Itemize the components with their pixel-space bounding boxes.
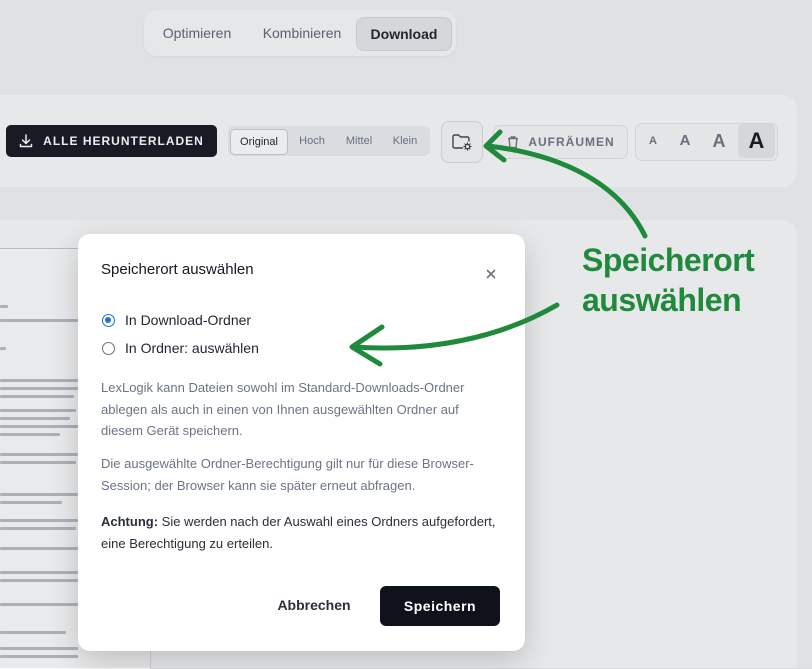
save-location-dialog: Speicherort auswählen In Download-Ordner… [78, 234, 525, 651]
close-icon[interactable] [483, 266, 499, 282]
description-storage: LexLogik kann Dateien sowohl im Standard… [101, 380, 465, 438]
warning-label: Achtung: [101, 514, 159, 529]
option-download-folder-label: In Download-Ordner [125, 312, 252, 328]
annotation-label: Speicherort auswählen [582, 240, 755, 320]
option-custom-folder[interactable]: In Ordner: auswählen [102, 340, 259, 356]
option-download-folder[interactable]: In Download-Ordner [102, 312, 251, 328]
warning-text: Achtung: Sie werden nach der Auswahl ein… [101, 511, 501, 554]
cancel-button[interactable]: Abbrechen [270, 590, 358, 620]
description-permission: Die ausgewählte Ordner-Berechtigung gilt… [101, 456, 474, 493]
annotation-line-1: Speicherort [582, 242, 755, 278]
radio-download-folder[interactable] [102, 313, 115, 327]
save-button[interactable]: Speichern [380, 586, 500, 626]
dialog-title: Speicherort auswählen [101, 261, 254, 278]
radio-custom-folder[interactable] [102, 341, 115, 355]
warning-body: Sie werden nach der Auswahl eines Ordner… [101, 514, 496, 551]
annotation-line-2: auswählen [582, 282, 742, 318]
option-custom-folder-label: In Ordner: auswählen [125, 340, 259, 356]
